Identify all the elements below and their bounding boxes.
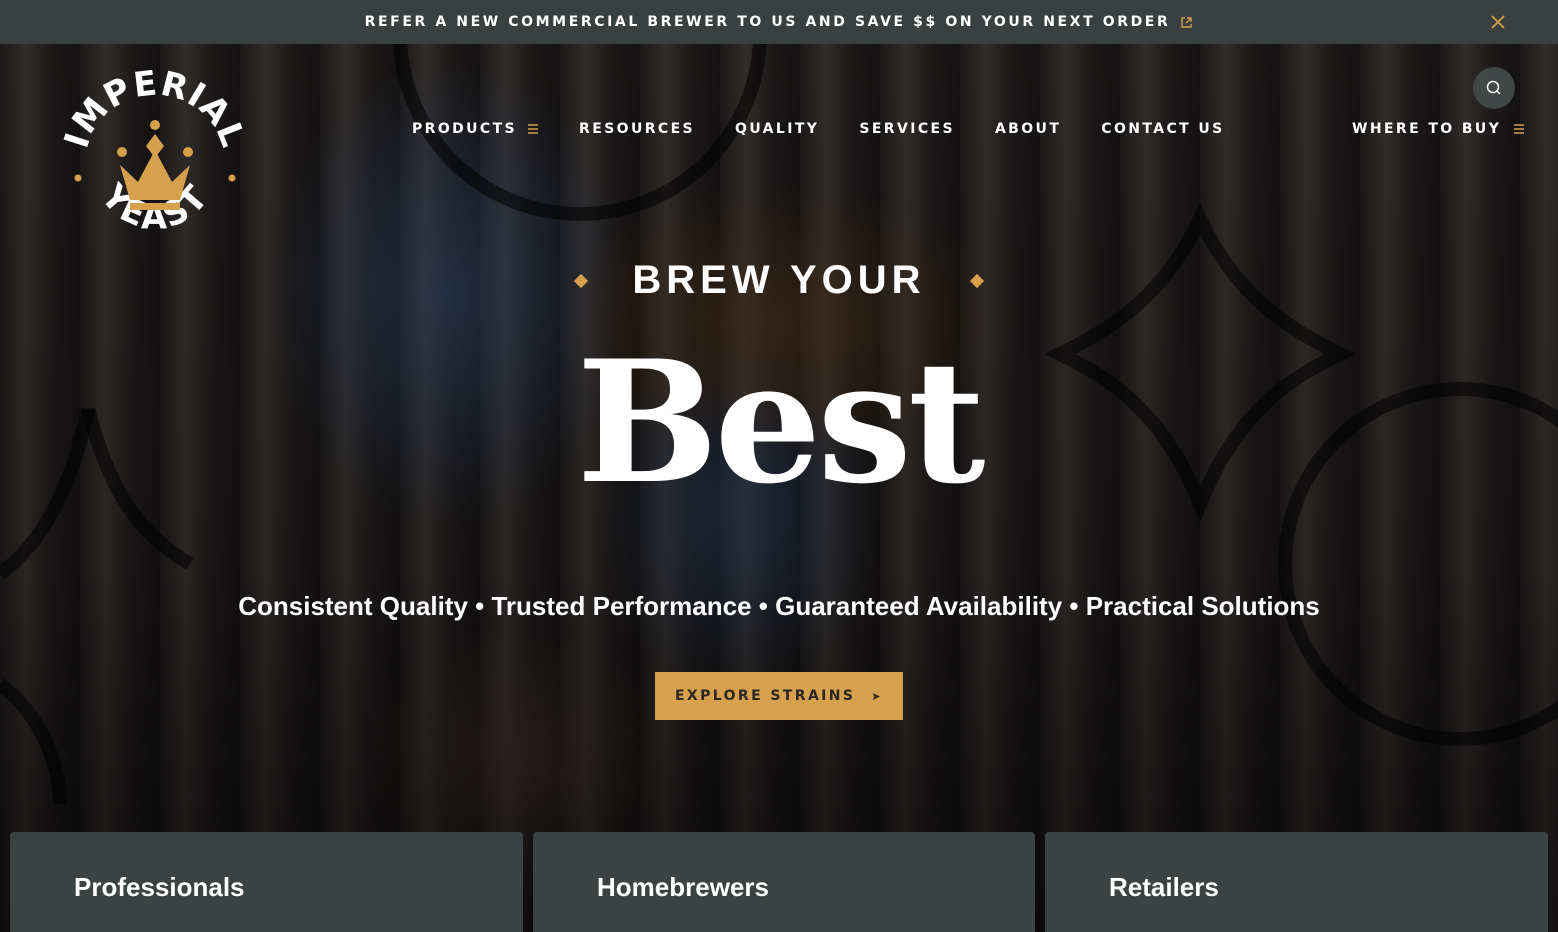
- hero-eyebrow: BREW YOUR: [0, 258, 1558, 303]
- nav-item-products[interactable]: PRODUCTS: [412, 121, 539, 137]
- card-professionals[interactable]: Professionals: [10, 832, 523, 932]
- announcement-link[interactable]: REFER A NEW COMMERCIAL BREWER TO US AND …: [365, 14, 1194, 30]
- nav-item-resources[interactable]: RESOURCES: [579, 121, 695, 137]
- diamond-icon: [969, 273, 984, 288]
- search-button[interactable]: [1473, 67, 1515, 109]
- crown-icon: IMPERIAL YEAST: [57, 63, 252, 237]
- card-retailers[interactable]: Retailers: [1045, 832, 1548, 932]
- nav-item-about[interactable]: ABOUT: [995, 121, 1061, 137]
- explore-strains-button[interactable]: EXPLORE STRAINS ➤: [655, 672, 903, 720]
- nav-item-contact-us[interactable]: CONTACT US: [1101, 121, 1224, 137]
- diamond-icon: [574, 273, 589, 288]
- card-homebrewers[interactable]: Homebrewers: [533, 832, 1035, 932]
- where-to-buy-button[interactable]: WHERE TO BUY: [1352, 121, 1525, 137]
- hero-tagline: Consistent Quality • Trusted Performance…: [238, 591, 1320, 621]
- external-link-icon: [1180, 16, 1193, 29]
- menu-lines-icon: [527, 123, 539, 135]
- card-title: Professionals: [74, 872, 245, 902]
- menu-lines-icon: [1513, 123, 1525, 135]
- hero-eyebrow-text: BREW YOUR: [632, 258, 926, 302]
- nav-quality-label: QUALITY: [735, 121, 820, 137]
- explore-strains-label: EXPLORE STRAINS: [674, 688, 856, 704]
- nav-resources-label: RESOURCES: [579, 121, 696, 137]
- imperial-yeast-logo[interactable]: IMPERIAL YEAST: [57, 63, 252, 260]
- close-icon[interactable]: [1488, 12, 1508, 32]
- nav-contact-us-label: CONTACT US: [1101, 121, 1225, 137]
- card-title: Retailers: [1109, 872, 1219, 902]
- nav-item-quality[interactable]: QUALITY: [735, 121, 819, 137]
- nav-about-label: ABOUT: [994, 121, 1062, 137]
- hero-headline: Best: [576, 323, 985, 521]
- main-nav: PRODUCTS RESOURCES QUALITY SERVICES ABOU…: [412, 121, 1225, 137]
- play-arrow-icon: ➤: [871, 689, 884, 703]
- announcement-bar: REFER A NEW COMMERCIAL BREWER TO US AND …: [0, 0, 1558, 44]
- nav-products-label: PRODUCTS: [412, 121, 518, 137]
- nav-services-label: SERVICES: [859, 121, 955, 137]
- card-title: Homebrewers: [597, 872, 769, 902]
- where-to-buy-label: WHERE TO BUY: [1352, 121, 1502, 137]
- announcement-text: REFER A NEW COMMERCIAL BREWER TO US AND …: [364, 14, 1171, 30]
- search-icon: [1486, 80, 1501, 95]
- nav-item-services[interactable]: SERVICES: [859, 121, 955, 137]
